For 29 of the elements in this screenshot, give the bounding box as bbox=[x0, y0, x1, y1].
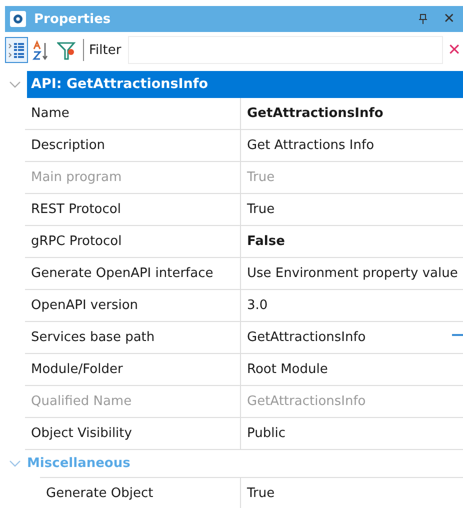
property-value[interactable]: Root Module bbox=[241, 354, 463, 385]
gear-icon bbox=[10, 11, 26, 27]
property-name[interactable]: Services base path bbox=[25, 322, 241, 353]
property-name[interactable]: gRPC Protocol bbox=[25, 226, 241, 257]
property-value[interactable]: GetAttractionsInfo bbox=[241, 98, 463, 129]
property-name[interactable]: OpenAPI version bbox=[25, 290, 241, 321]
toolbar-button[interactable] bbox=[5, 37, 28, 63]
property-value[interactable]: 3.0 bbox=[241, 290, 463, 321]
clear-button[interactable]: ✕ bbox=[444, 40, 463, 60]
property-name[interactable]: Generate OpenAPI interface bbox=[25, 258, 241, 289]
property-value[interactable]: True bbox=[241, 194, 463, 225]
property-value[interactable]: Get Attractions Info bbox=[241, 130, 463, 161]
category-header[interactable]: API: GetAttractionsInfo bbox=[27, 71, 463, 98]
property-name[interactable]: REST Protocol bbox=[25, 194, 241, 225]
window-title: Properties bbox=[34, 12, 111, 26]
property-value[interactable]: True bbox=[241, 478, 463, 508]
property-name[interactable]: Object Visibility bbox=[25, 418, 241, 449]
property-value[interactable]: Public bbox=[241, 418, 463, 449]
property-name[interactable]: Description bbox=[25, 130, 241, 161]
property-name[interactable]: Generate Object bbox=[40, 478, 241, 508]
property-name[interactable]: Name bbox=[25, 98, 241, 129]
filter-icon bbox=[57, 40, 76, 60]
pin-icon bbox=[419, 14, 428, 24]
property-value[interactable]: GetAttractionsInfo bbox=[241, 322, 452, 353]
property-value[interactable]: False bbox=[241, 226, 463, 257]
filter-label: Filter bbox=[89, 42, 122, 58]
property-name[interactable]: Module/Folder bbox=[25, 354, 241, 385]
close-button[interactable]: ✕ bbox=[435, 11, 463, 27]
property-value[interactable]: Use Environment property value bbox=[241, 258, 463, 289]
